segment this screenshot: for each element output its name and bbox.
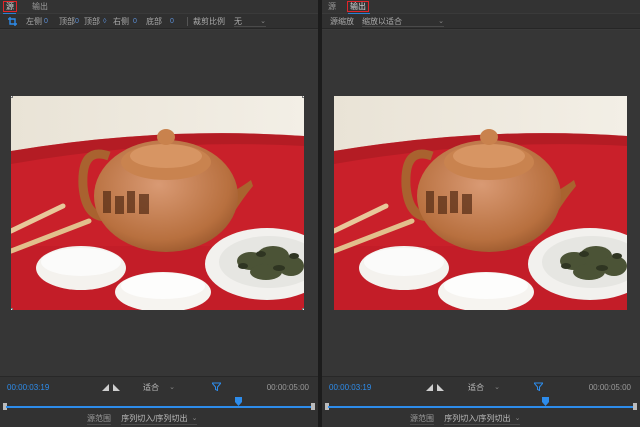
- crop-handle-top-right[interactable]: [302, 96, 304, 98]
- toolbar-separator: [187, 17, 188, 26]
- source-range-label: 源范围: [410, 414, 434, 425]
- mark-in-icon[interactable]: [102, 384, 109, 391]
- aspect-label: 裁剪比例: [193, 17, 225, 26]
- source-scale-value: 缩放以适合: [362, 17, 402, 26]
- zoom-fit-value: 适合: [143, 383, 159, 392]
- crop-left-label: 左侧: [26, 17, 42, 26]
- mark-out-icon[interactable]: [437, 384, 444, 391]
- crop-handle-bottom-right[interactable]: [302, 308, 304, 310]
- teapot-image: [334, 96, 627, 310]
- chevron-down-icon: ⌄: [494, 384, 500, 391]
- timeline-track[interactable]: [6, 406, 312, 408]
- panel-tabs: 源 输出: [322, 0, 640, 13]
- transport-bar: 00:00:03:19 适合 ⌄ 00:00:05:00 源范围 序列切入/序列…: [322, 376, 640, 427]
- crop-right-label: 右侧: [113, 17, 129, 26]
- crop-icon[interactable]: [8, 17, 17, 26]
- playhead-icon[interactable]: [235, 397, 243, 406]
- source-panel: 源 输出 左侧 0 顶部 0 顶部 ◊ 右侧 0 底部 0 裁剪比例 无 ⌄ 0…: [0, 0, 318, 427]
- track-end-marker: [633, 403, 637, 410]
- source-range-select[interactable]: 序列切入/序列切出 ⌄: [121, 414, 198, 425]
- crop-right-value[interactable]: 0: [133, 16, 137, 27]
- aspect-select[interactable]: 无 ⌄: [234, 16, 266, 27]
- tab-source[interactable]: 源: [3, 1, 17, 12]
- source-range: 源范围 序列切入/序列切出 ⌄: [87, 414, 198, 425]
- aspect-select-value: 无: [234, 17, 242, 26]
- current-timecode[interactable]: 00:00:03:19: [329, 383, 371, 393]
- zoom-fit-select[interactable]: 适合 ⌄: [468, 382, 500, 393]
- crop-bottom-value[interactable]: 0: [170, 16, 174, 27]
- timeline-track[interactable]: [328, 406, 634, 408]
- chevron-down-icon: ⌄: [191, 415, 198, 422]
- crop-handle-bottom-left[interactable]: [11, 308, 13, 310]
- video-frame: [334, 96, 627, 310]
- source-scale-select[interactable]: 缩放以适合 ⌄: [362, 16, 444, 27]
- crop-handle-top-left[interactable]: [11, 96, 13, 98]
- tab-source[interactable]: 源: [326, 1, 338, 12]
- crop-top-label-2: 顶部: [84, 17, 100, 26]
- zoom-fit-select[interactable]: 适合 ⌄: [143, 382, 175, 393]
- source-range: 源范围 序列切入/序列切出 ⌄: [410, 414, 521, 425]
- total-duration: 00:00:05:00: [588, 383, 631, 392]
- source-range-value: 序列切入/序列切出: [121, 414, 188, 423]
- chevron-down-icon: ⌄: [438, 18, 444, 25]
- scale-toolbar: 源缩放 缩放以适合 ⌄: [322, 14, 640, 29]
- total-duration: 00:00:05:00: [266, 383, 309, 392]
- chevron-down-icon: ⌄: [260, 18, 266, 25]
- crop-top-value[interactable]: 0: [75, 16, 79, 27]
- tab-output[interactable]: 输出: [30, 1, 50, 12]
- playhead-icon[interactable]: [541, 397, 549, 406]
- chevron-down-icon: ⌄: [169, 384, 175, 391]
- filter-icon[interactable]: [212, 382, 221, 391]
- chevron-down-icon: ⌄: [514, 415, 521, 422]
- source-range-label: 源范围: [87, 414, 111, 425]
- source-range-select[interactable]: 序列切入/序列切出 ⌄: [444, 414, 521, 425]
- transport-bar: 00:00:03:19 适合 ⌄ 00:00:05:00 源范围 序列切入/序列…: [0, 376, 318, 427]
- crop-bottom-label: 底部: [146, 17, 162, 26]
- tab-output[interactable]: 输出: [347, 1, 369, 12]
- crop-top-label: 顶部: [59, 17, 75, 26]
- output-panel: 源 输出 源缩放 缩放以适合 ⌄ 00:00:03:19 适合 ⌄ 00:00:…: [322, 0, 640, 427]
- track-end-marker: [311, 403, 315, 410]
- video-frame: [11, 96, 304, 310]
- crop-toolbar: 左侧 0 顶部 0 顶部 ◊ 右侧 0 底部 0 裁剪比例 无 ⌄: [0, 14, 318, 29]
- panel-tabs: 源 输出: [0, 0, 318, 13]
- current-timecode[interactable]: 00:00:03:19: [7, 383, 49, 393]
- mark-out-icon[interactable]: [113, 384, 120, 391]
- mark-in-icon[interactable]: [426, 384, 433, 391]
- zoom-fit-value: 适合: [468, 383, 484, 392]
- filter-icon[interactable]: [534, 382, 543, 391]
- source-scale-label: 源缩放: [330, 17, 354, 26]
- crop-left-value[interactable]: 0: [44, 16, 48, 27]
- teapot-image: [11, 96, 304, 310]
- crop-top-spin[interactable]: ◊: [103, 16, 106, 27]
- source-range-value: 序列切入/序列切出: [444, 414, 511, 423]
